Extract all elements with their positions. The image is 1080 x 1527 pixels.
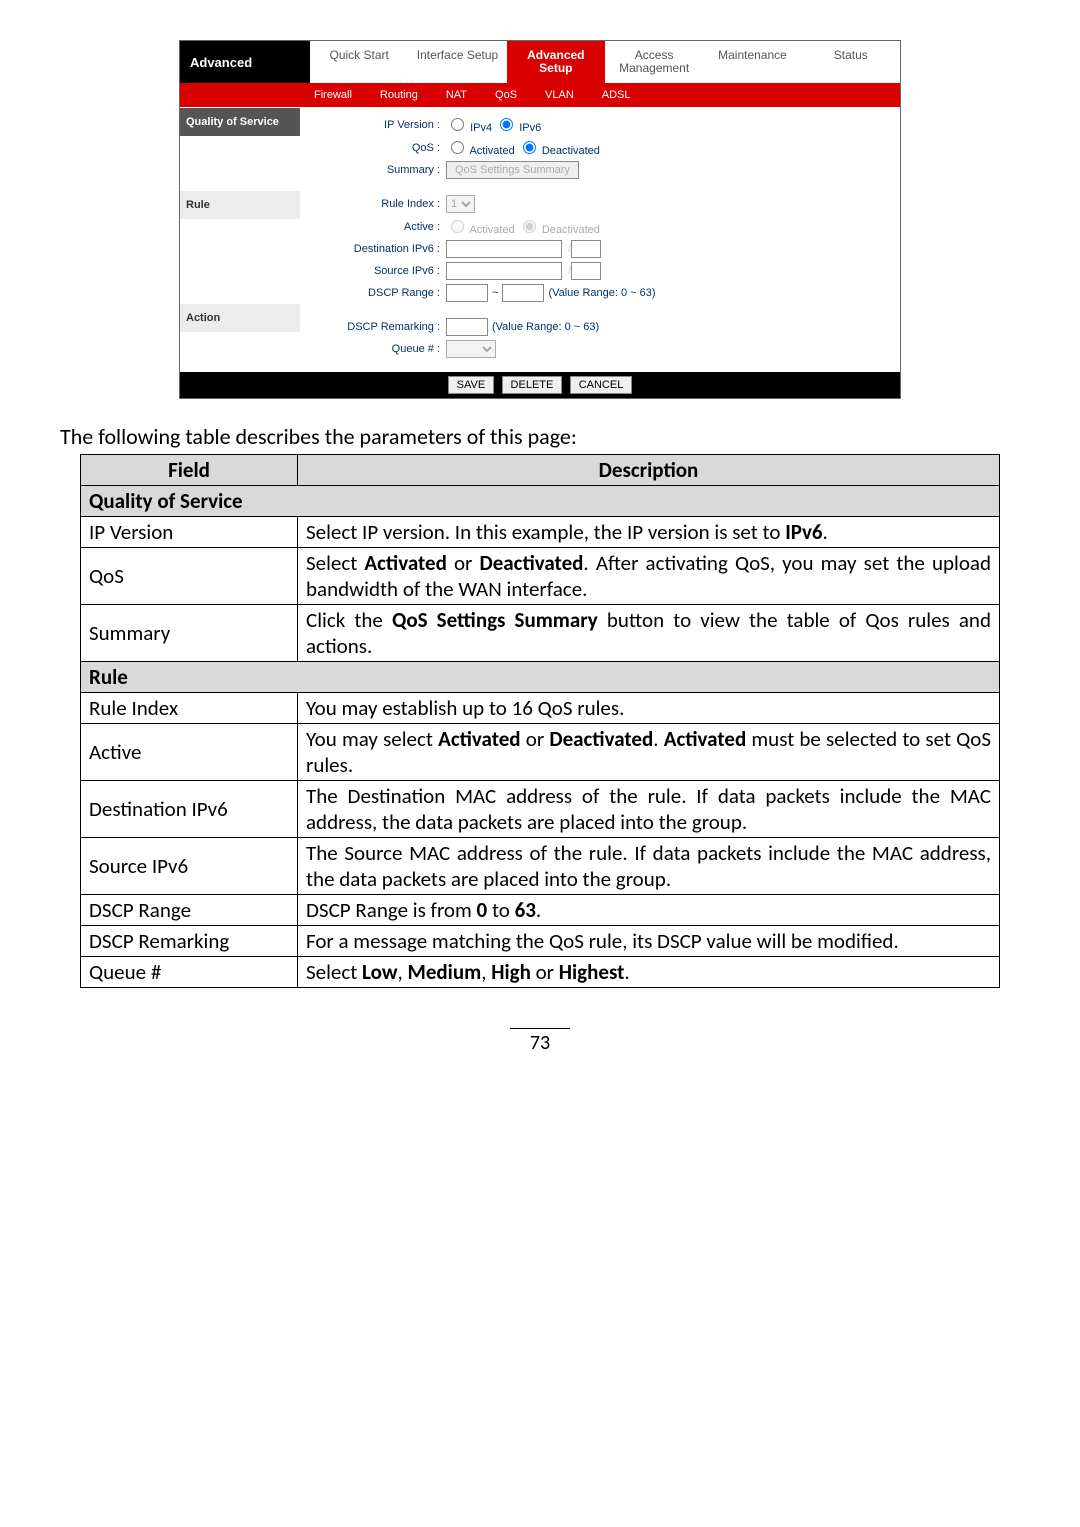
- nav-access-management[interactable]: Access Management: [605, 41, 703, 83]
- ip-version-label: IP Version :: [310, 119, 446, 131]
- row-dscp-k: DSCP Range: [81, 895, 298, 926]
- qos-label: QoS :: [310, 142, 446, 154]
- row-remark-v: For a message matching the QoS rule, its…: [298, 926, 1000, 957]
- sidebar-action: Action: [180, 303, 300, 332]
- qos-deactivated-text: Deactivated: [542, 145, 600, 157]
- ipv4-text: IPv4: [470, 122, 492, 134]
- form-area: IP Version : IPv4 IPv6 QoS : Activated: [300, 107, 900, 372]
- dscp-remark-input[interactable]: [446, 318, 488, 336]
- dst-ipv6-prefix-input[interactable]: [571, 240, 601, 258]
- main-nav: Advanced Quick Start Interface Setup Adv…: [180, 41, 900, 83]
- ipv4-radio[interactable]: [451, 118, 464, 131]
- src-ipv6-prefix-input[interactable]: [571, 262, 601, 280]
- dscp-to-input[interactable]: [502, 284, 544, 302]
- tab-routing[interactable]: Routing: [366, 83, 432, 107]
- row-summary-v: Click the QoS Settings Summary button to…: [298, 605, 1000, 662]
- row-active-v: You may select Activated or Deactivated.…: [298, 724, 1000, 781]
- active-deactivated-text: Deactivated: [542, 224, 600, 236]
- row-src-k: Source IPv6: [81, 838, 298, 895]
- delete-button[interactable]: DELETE: [502, 376, 563, 394]
- nav-interface-setup[interactable]: Interface Setup: [408, 41, 506, 83]
- row-dst-k: Destination IPv6: [81, 781, 298, 838]
- tab-nat[interactable]: NAT: [432, 83, 481, 107]
- row-qos-k: QoS: [81, 548, 298, 605]
- dst-ipv6-label: Destination IPv6 :: [310, 243, 446, 255]
- row-remark-k: DSCP Remarking: [81, 926, 298, 957]
- sub-nav: Firewall Routing NAT QoS VLAN ADSL: [180, 83, 900, 107]
- ipv6-radio[interactable]: [500, 118, 513, 131]
- sidebar: Quality of Service Rule Action: [180, 107, 300, 372]
- dscp-remark-label: DSCP Remarking :: [310, 321, 446, 333]
- dscp-range-label: DSCP Range :: [310, 287, 446, 299]
- row-ruleindex-v: You may establish up to 16 QoS rules.: [298, 693, 1000, 724]
- active-activated-text: Activated: [469, 224, 514, 236]
- tab-vlan[interactable]: VLAN: [531, 83, 588, 107]
- qos-activated-radio[interactable]: [451, 141, 464, 154]
- section-qos: Quality of Service: [81, 486, 1000, 517]
- row-queue-k: Queue #: [81, 957, 298, 988]
- save-button[interactable]: SAVE: [448, 376, 495, 394]
- dscp-from-input[interactable]: [446, 284, 488, 302]
- src-ipv6-input[interactable]: [446, 262, 562, 280]
- nav-status[interactable]: Status: [802, 41, 900, 83]
- row-ruleindex-k: Rule Index: [81, 693, 298, 724]
- tab-firewall[interactable]: Firewall: [300, 83, 366, 107]
- row-dst-v: The Destination MAC address of the rule.…: [298, 781, 1000, 838]
- nav-brand: Advanced: [180, 41, 310, 83]
- row-qos-v: Select Activated or Deactivated. After a…: [298, 548, 1000, 605]
- page-number: 73: [510, 1028, 570, 1055]
- row-queue-v: Select Low, Medium, High or Highest.: [298, 957, 1000, 988]
- nav-advanced-setup[interactable]: Advanced Setup: [507, 41, 605, 83]
- sidebar-rule: Rule: [180, 190, 300, 219]
- section-rule: Rule: [81, 662, 1000, 693]
- queue-select[interactable]: [446, 340, 496, 358]
- col-description: Description: [298, 455, 1000, 486]
- active-activated-radio[interactable]: [451, 220, 464, 233]
- rule-index-select[interactable]: 1: [446, 195, 475, 213]
- row-ipversion-v: Select IP version. In this example, the …: [298, 517, 1000, 548]
- dst-ipv6-input[interactable]: [446, 240, 562, 258]
- dscp-hint: (Value Range: 0 ~ 63): [544, 287, 655, 299]
- lead-paragraph: The following table describes the parame…: [60, 423, 1020, 450]
- tab-qos[interactable]: QoS: [481, 83, 531, 107]
- nav-quick-start[interactable]: Quick Start: [310, 41, 408, 83]
- dscp-tilde: ~: [488, 287, 502, 299]
- footer-buttons: SAVE DELETE CANCEL: [180, 372, 900, 398]
- sidebar-qos: Quality of Service: [180, 107, 300, 136]
- row-summary-k: Summary: [81, 605, 298, 662]
- active-label: Active :: [310, 221, 446, 233]
- cancel-button[interactable]: CANCEL: [570, 376, 633, 394]
- ipv6-text: IPv6: [519, 122, 541, 134]
- row-dscp-v: DSCP Range is from 0 to 63.: [298, 895, 1000, 926]
- parameters-table: Field Description Quality of Service IP …: [80, 454, 1000, 988]
- rule-index-label: Rule Index :: [310, 198, 446, 210]
- active-deactivated-radio[interactable]: [523, 220, 536, 233]
- router-config-screenshot: Advanced Quick Start Interface Setup Adv…: [179, 40, 901, 399]
- row-active-k: Active: [81, 724, 298, 781]
- row-ipversion-k: IP Version: [81, 517, 298, 548]
- src-ipv6-label: Source IPv6 :: [310, 265, 446, 277]
- qos-summary-button[interactable]: QoS Settings Summary: [446, 161, 579, 179]
- queue-label: Queue # :: [310, 343, 446, 355]
- qos-activated-text: Activated: [469, 145, 514, 157]
- row-src-v: The Source MAC address of the rule. If d…: [298, 838, 1000, 895]
- dscp-remark-hint: (Value Range: 0 ~ 63): [488, 321, 599, 333]
- col-field: Field: [81, 455, 298, 486]
- tab-adsl[interactable]: ADSL: [588, 83, 645, 107]
- nav-maintenance[interactable]: Maintenance: [703, 41, 801, 83]
- qos-deactivated-radio[interactable]: [523, 141, 536, 154]
- summary-label: Summary :: [310, 164, 446, 176]
